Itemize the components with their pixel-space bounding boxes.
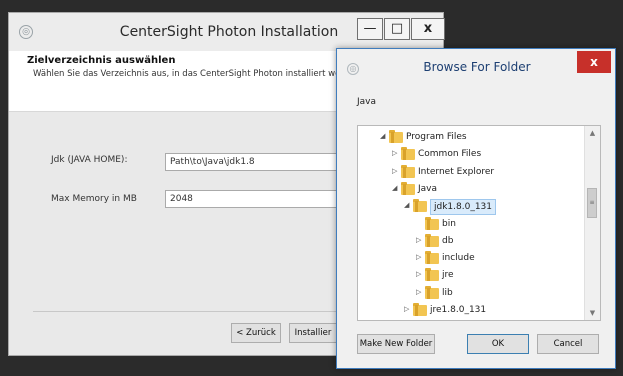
expand-arrow-icon[interactable]: ◢ <box>380 132 388 140</box>
installer-titlebar[interactable]: ◎ CenterSight Photon Installation — □ x <box>9 13 445 51</box>
expand-arrow-icon[interactable]: ▷ <box>416 270 424 278</box>
jdk-path-input[interactable]: Path\to\Java\jdk1.8 <box>165 153 341 171</box>
install-button[interactable]: Installier <box>289 323 337 343</box>
tree-item-label: Internet Explorer <box>418 166 495 177</box>
tree-item-label: lib <box>442 287 453 298</box>
minimize-button[interactable]: — <box>357 18 383 40</box>
max-memory-label: Max Memory in MB <box>51 194 137 204</box>
tree-item-label: Common Files <box>418 149 482 160</box>
page-heading: Zielverzeichnis auswählen <box>27 55 176 66</box>
installer-title: CenterSight Photon Installation <box>119 24 339 40</box>
dialog-app-icon: ◎ <box>347 63 359 75</box>
cancel-button[interactable]: Cancel <box>537 334 599 354</box>
folder-icon <box>401 164 415 178</box>
folder-icon <box>425 233 439 247</box>
browse-folder-dialog: ◎ Browse For Folder x Java ◢ Program File… <box>336 48 616 369</box>
expand-arrow-icon[interactable]: ◢ <box>392 184 400 192</box>
dialog-title: Browse For Folder <box>423 60 531 74</box>
maximize-button[interactable]: □ <box>384 18 410 40</box>
expand-arrow-icon[interactable]: ▷ <box>404 305 412 313</box>
dialog-description: Java <box>357 97 377 107</box>
tree-item-label: jre <box>442 270 454 281</box>
scroll-down-icon[interactable]: ▼ <box>585 306 600 320</box>
tree-item-label: bin <box>442 218 456 229</box>
expand-arrow-icon[interactable]: ▷ <box>416 288 424 296</box>
tree-item-label: db <box>442 235 454 246</box>
page-subheading: Wählen Sie das Verzeichnis aus, in das C… <box>33 69 350 79</box>
dialog-close-button[interactable]: x <box>577 51 611 73</box>
folder-icon <box>425 251 439 265</box>
back-button[interactable]: < Zurück <box>231 323 281 343</box>
folder-icon <box>413 199 427 213</box>
folder-icon <box>425 285 439 299</box>
ok-button[interactable]: OK <box>467 334 529 354</box>
tree-item-label: jre1.8.0_131 <box>430 305 487 315</box>
tree-scrollbar[interactable]: ▲ ≡ ▼ <box>584 126 600 320</box>
folder-icon <box>413 303 427 316</box>
tree-item-label: Program Files <box>406 132 467 142</box>
installer-close-button[interactable]: x <box>411 18 445 40</box>
installer-app-icon: ◎ <box>19 25 33 39</box>
max-memory-input[interactable]: 2048 <box>165 190 341 208</box>
folder-icon <box>389 130 403 143</box>
expand-arrow-icon[interactable]: ◢ <box>404 201 412 209</box>
folder-tree[interactable]: ◢ Program Files ▷ Common Files ▷ Internet Exp… <box>357 125 601 321</box>
folder-icon <box>401 181 415 195</box>
tree-item-label: jdk1.8.0_131 <box>430 199 497 216</box>
expand-arrow-icon[interactable]: ▷ <box>416 253 424 261</box>
dialog-titlebar[interactable]: ◎ Browse For Folder x <box>337 49 615 87</box>
scroll-thumb[interactable]: ≡ <box>587 188 597 218</box>
make-new-folder-button[interactable]: Make New Folder <box>357 334 435 354</box>
folder-icon <box>401 147 415 161</box>
tree-item-label: Java <box>418 183 438 194</box>
expand-arrow-icon[interactable]: ▷ <box>392 167 400 175</box>
expand-arrow-icon[interactable]: ▷ <box>392 149 400 157</box>
tree-item-label: include <box>442 253 475 264</box>
folder-icon <box>425 216 439 230</box>
jdk-label: Jdk (JAVA HOME): <box>51 155 128 165</box>
folder-icon <box>425 268 439 282</box>
scroll-up-icon[interactable]: ▲ <box>585 126 600 140</box>
expand-arrow-icon[interactable]: ▷ <box>416 236 424 244</box>
